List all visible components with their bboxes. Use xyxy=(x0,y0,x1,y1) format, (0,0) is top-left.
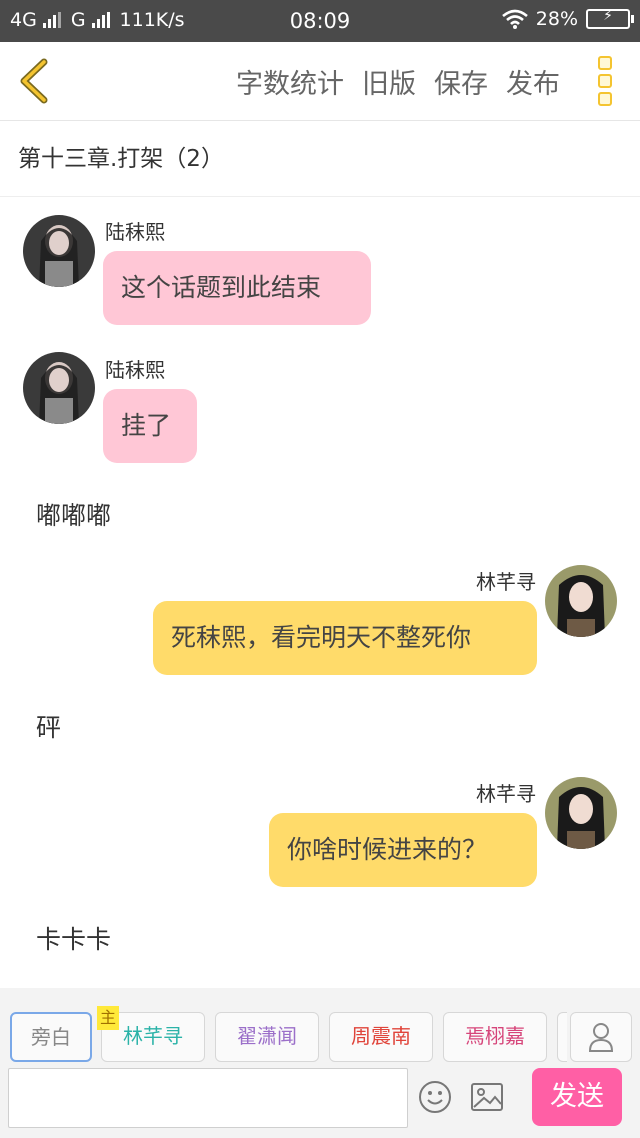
character-chip-4[interactable]: 焉栩嘉 xyxy=(443,1012,547,1062)
character-chip-2[interactable]: 翟潇闻 xyxy=(215,1012,319,1062)
person-icon xyxy=(588,1023,614,1052)
more-dot xyxy=(598,56,612,70)
avatar-image xyxy=(545,565,617,637)
manage-characters-button[interactable] xyxy=(570,1012,632,1062)
chapter-title[interactable]: 第十三章.打架（2） xyxy=(0,121,640,197)
avatar[interactable] xyxy=(545,565,617,637)
input-bar: 发送 xyxy=(0,1064,640,1138)
publish-button[interactable]: 发布 xyxy=(506,62,560,101)
save-button[interactable]: 保存 xyxy=(434,62,488,101)
narrator-chip[interactable]: 旁白 xyxy=(10,1012,92,1062)
more-dot xyxy=(598,92,612,106)
toolbar-actions: 字数统计 旧版 保存 发布 xyxy=(236,62,560,101)
message-input[interactable] xyxy=(8,1068,408,1128)
more-dot xyxy=(598,74,612,88)
avatar-image xyxy=(545,777,617,849)
old-version-button[interactable]: 旧版 xyxy=(362,62,416,101)
status-right: 28% ⚡ xyxy=(501,8,634,30)
avatar[interactable] xyxy=(23,215,95,287)
battery-icon: ⚡ xyxy=(586,8,634,29)
main-character-badge: 主 xyxy=(97,1006,119,1030)
chat-bubble[interactable]: 死秣熙，看完明天不整死你 xyxy=(153,601,537,675)
character-bar: 旁白 林芊寻 主 翟潇闻 周震南 焉栩嘉 xyxy=(0,988,640,1064)
sender-name: 林芊寻 xyxy=(476,570,536,594)
wifi-icon xyxy=(501,9,528,29)
avatar-image xyxy=(23,352,95,424)
chevron-left-icon[interactable] xyxy=(14,58,54,104)
chat-bubble[interactable]: 挂了 xyxy=(103,389,197,463)
sender-name: 陆秣熙 xyxy=(105,358,165,382)
image-icon[interactable] xyxy=(470,1080,504,1114)
character-chip-partial[interactable] xyxy=(557,1012,567,1062)
more-vertical-icon[interactable] xyxy=(598,56,614,106)
send-button[interactable]: 发送 xyxy=(532,1068,622,1126)
narration-text[interactable]: 卡卡卡 xyxy=(36,920,111,956)
narration-text[interactable]: 砰 xyxy=(36,708,61,744)
editor-toolbar: 字数统计 旧版 保存 发布 xyxy=(0,42,640,121)
chat-bubble[interactable]: 你啥时候进来的？ xyxy=(269,813,537,887)
avatar-image xyxy=(23,215,95,287)
emoji-icon[interactable] xyxy=(418,1080,452,1114)
sender-name: 陆秣熙 xyxy=(105,220,165,244)
narration-text[interactable]: 嘟嘟嘟 xyxy=(36,496,111,532)
word-count-button[interactable]: 字数统计 xyxy=(236,62,344,101)
battery-percent: 28% xyxy=(535,8,578,30)
chat-bubble[interactable]: 这个话题到此结束 xyxy=(103,251,371,325)
sender-name: 林芊寻 xyxy=(476,782,536,806)
character-chip-3[interactable]: 周震南 xyxy=(329,1012,433,1062)
avatar[interactable] xyxy=(23,352,95,424)
avatar[interactable] xyxy=(545,777,617,849)
status-bar: 4G G 111K/s 08:09 28% ⚡ xyxy=(0,0,640,42)
